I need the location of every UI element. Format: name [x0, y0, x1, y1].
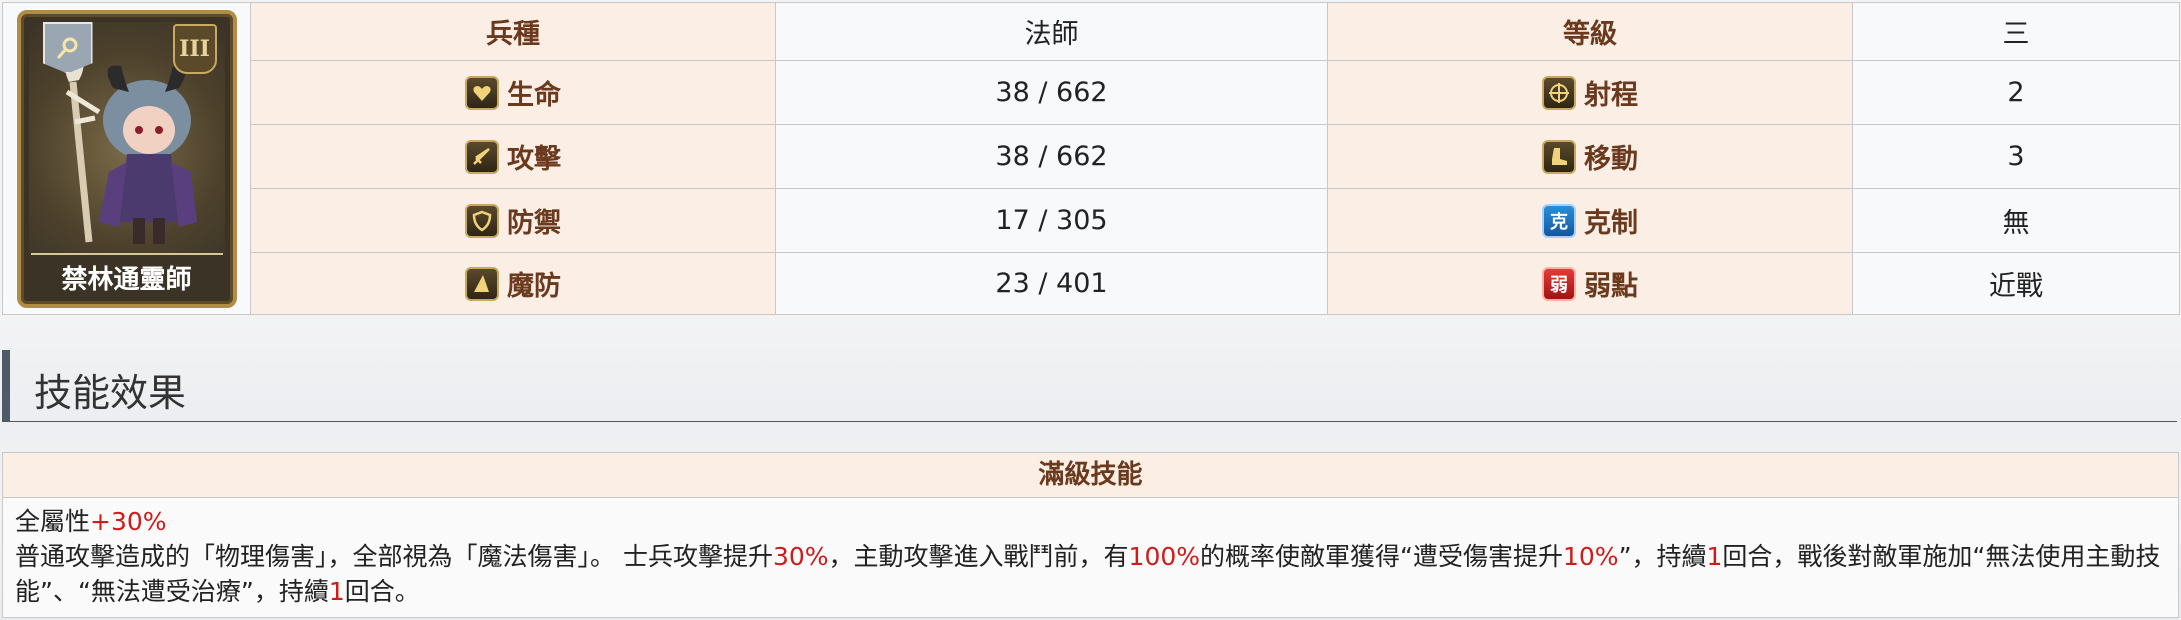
shield-icon: [465, 203, 499, 238]
skill-description: 全屬性+30% 普通攻擊造成的「物理傷害」，全部視為「魔法傷害」。 士兵攻擊提升…: [3, 498, 2178, 617]
label-magic-defense: 魔防: [250, 252, 776, 315]
class-badge-mage-icon: [42, 21, 93, 74]
weakness-icon: 弱: [1542, 266, 1576, 301]
label-level: 等級: [1327, 2, 1853, 61]
sword-icon: [465, 139, 499, 174]
section-heading: 技能效果: [2, 350, 2177, 422]
boot-icon: [1542, 139, 1576, 174]
label-counter: 克克制: [1327, 188, 1853, 253]
skill-table: 滿級技能 全屬性+30% 普通攻擊造成的「物理傷害」，全部視為「魔法傷害」。 士…: [2, 452, 2179, 618]
unit-portrait-cell: III 禁林通靈師: [2, 2, 251, 315]
label-hp: 生命: [250, 60, 776, 125]
value-defense: 17 / 305: [775, 188, 1328, 253]
value-magic-defense: 23 / 401: [775, 252, 1328, 315]
value-weakness: 近戰: [1852, 252, 2180, 315]
value-range: 2: [1852, 60, 2180, 125]
magic-hat-icon: [465, 266, 499, 301]
counter-icon: 克: [1542, 203, 1576, 238]
unit-stats-table: III 禁林通靈師 兵種 法師 等級 三 生命 38 / 662 射程 2 攻擊…: [2, 2, 2180, 315]
value-class: 法師: [775, 2, 1328, 61]
value-hp: 38 / 662: [775, 60, 1328, 125]
label-attack: 攻擊: [250, 124, 776, 189]
section-title: 技能效果: [34, 371, 187, 415]
value-counter: 無: [1852, 188, 2180, 253]
table-row: III 禁林通靈師 兵種 法師 等級 三: [2, 2, 2180, 315]
table-row: 防禦 17 / 305 克克制 無: [3, 188, 2180, 253]
unit-name: 禁林通靈師: [30, 252, 223, 296]
skill-line-2: 普通攻擊造成的「物理傷害」，全部視為「魔法傷害」。 士兵攻擊提升30%，主動攻擊…: [15, 542, 2161, 606]
label-class: 兵種: [250, 2, 776, 61]
table-row: 生命 38 / 662 射程 2: [3, 60, 2180, 125]
unit-portrait-card[interactable]: III 禁林通靈師: [16, 9, 237, 308]
crosshair-icon: [1542, 75, 1576, 110]
skill-line-1: 全屬性+30%: [15, 507, 167, 536]
rank-badge: III: [172, 23, 217, 74]
value-move: 3: [1852, 124, 2180, 189]
value-level: 三: [1852, 2, 2180, 61]
table-row: 攻擊 38 / 662 移動 3: [3, 124, 2180, 189]
label-range: 射程: [1327, 60, 1853, 125]
value-attack: 38 / 662: [775, 124, 1328, 189]
label-move: 移動: [1327, 124, 1853, 189]
label-weakness: 弱弱點: [1327, 252, 1853, 315]
heart-icon: [465, 75, 499, 110]
table-row: 魔防 23 / 401 弱弱點 近戰: [3, 252, 2180, 315]
label-defense: 防禦: [250, 188, 776, 253]
skill-header: 滿級技能: [3, 453, 2178, 498]
